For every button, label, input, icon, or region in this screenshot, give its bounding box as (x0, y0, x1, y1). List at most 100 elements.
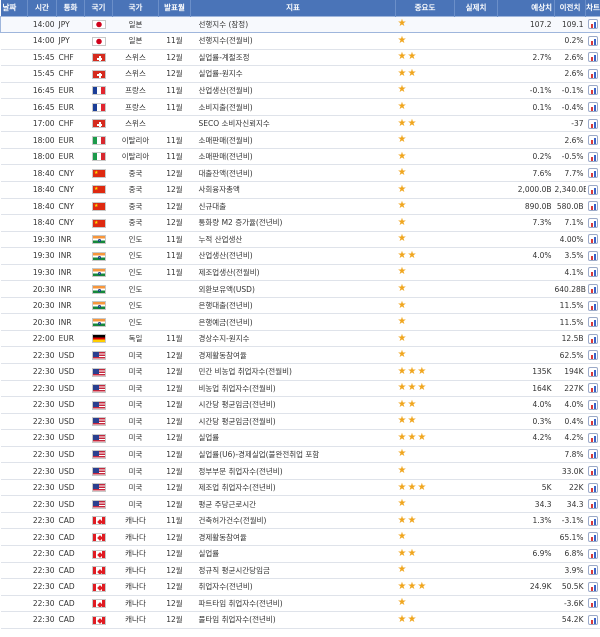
chart-cell[interactable] (585, 313, 600, 331)
chart-icon[interactable] (588, 482, 598, 493)
chart-icon[interactable] (588, 234, 598, 245)
chart-cell[interactable] (585, 611, 600, 629)
table-row[interactable]: 22:00 EUR 독일 11월 경상수지-원지수 ★ 12.5B (0, 330, 600, 348)
table-row[interactable]: 17:00 CHF 스위스 SECO 소비자신뢰지수 ★★ -37 (0, 115, 600, 133)
chart-icon[interactable] (588, 68, 598, 79)
header-actual[interactable]: 실제치 (454, 0, 498, 16)
table-row[interactable]: 22:30 USD 미국 12월 평균 주당근로시간 ★ 34.3 34.3 (0, 495, 600, 513)
table-row[interactable]: 19:30 INR 인도 11월 누적 산업생산 ★ 4.00% (0, 231, 600, 249)
chart-cell[interactable] (585, 247, 600, 265)
chart-cell[interactable] (585, 429, 600, 447)
chart-icon[interactable] (588, 366, 598, 377)
header-period[interactable]: 발표월 (158, 0, 191, 16)
header-time[interactable]: 시간 (27, 0, 57, 16)
chart-icon[interactable] (588, 217, 598, 228)
table-row[interactable]: 18:40 CNY ★ 중국 12월 통화량 M2 증가율(전년비) ★ 7.3% 7.1% (0, 214, 600, 232)
chart-cell[interactable] (585, 280, 600, 298)
table-row[interactable]: 22:30 USD 미국 12월 실업률(U6)-경제실업(불완전취업 포함 ★ 7.8% (0, 446, 600, 464)
chart-cell[interactable] (585, 65, 600, 83)
chart-icon[interactable] (588, 350, 598, 361)
table-row[interactable]: 22:30 CAD 캐나다 12월 풀타임 취업자수(전년비) ★★ 54.2K (0, 611, 600, 629)
chart-icon[interactable] (588, 499, 598, 510)
table-row[interactable]: 19:30 INR 인도 11월 산업생산(전년비) ★★ 4.0% 3.5% (0, 247, 600, 265)
chart-icon[interactable] (588, 416, 598, 427)
chart-icon[interactable] (588, 449, 598, 460)
chart-cell[interactable] (585, 528, 600, 546)
chart-cell[interactable] (585, 98, 600, 116)
chart-icon[interactable] (588, 432, 598, 443)
table-row[interactable]: 18:40 CNY ★ 중국 12월 대출잔액(전년비) ★ 7.6% 7.7% (0, 164, 600, 182)
chart-icon[interactable] (588, 52, 598, 63)
chart-icon[interactable] (588, 35, 598, 46)
chart-cell[interactable] (585, 131, 600, 149)
table-row[interactable]: 14:00 JPY 일본 11월 선행지수(전월비) ★ 0.2% (0, 32, 600, 50)
header-flag[interactable]: 국기 (84, 0, 113, 16)
table-row[interactable]: 22:30 CAD 캐나다 12월 경제활동참여율 ★ 65.1% (0, 528, 600, 546)
table-row[interactable]: 20:30 INR 인도 외환보유액(USD) ★ 640.28B (0, 280, 600, 298)
header-previous[interactable]: 이전치 (554, 0, 586, 16)
chart-icon[interactable] (588, 532, 598, 543)
chart-cell[interactable] (585, 32, 600, 50)
chart-icon[interactable] (588, 317, 598, 328)
chart-icon[interactable] (588, 267, 598, 278)
table-row[interactable]: 22:30 USD 미국 12월 시간당 평균임금(전년비) ★★ 4.0% 4.0% (0, 396, 600, 414)
chart-cell[interactable] (585, 396, 600, 414)
chart-icon[interactable] (588, 515, 598, 526)
chart-icon[interactable] (588, 135, 598, 146)
chart-icon[interactable] (588, 250, 598, 261)
table-row[interactable]: 22:30 USD 미국 12월 민간 비농업 취업자수(전월비) ★★★ 135K 194K (0, 363, 600, 381)
chart-cell[interactable] (585, 413, 600, 431)
chart-cell[interactable] (585, 479, 600, 497)
chart-cell[interactable] (585, 512, 600, 530)
header-forecast[interactable]: 예상치 (497, 0, 555, 16)
table-row[interactable]: 22:30 CAD 캐나다 12월 취업자수(전년비) ★★★ 24.9K 50.5K (0, 578, 600, 596)
chart-icon[interactable] (588, 300, 598, 311)
table-row[interactable]: 20:30 INR 인도 은행대출(전년비) ★ 11.5% (0, 297, 600, 315)
chart-icon[interactable] (588, 333, 598, 344)
chart-cell[interactable] (585, 495, 600, 513)
chart-icon[interactable] (588, 399, 598, 410)
chart-cell[interactable] (585, 330, 600, 348)
table-row[interactable]: 22:30 USD 미국 12월 시간당 평균임금(전월비) ★★ 0.3% 0.4% (0, 413, 600, 431)
chart-cell[interactable] (585, 164, 600, 182)
header-country[interactable]: 국가 (112, 0, 159, 16)
chart-icon[interactable] (588, 102, 598, 112)
table-row[interactable]: 20:30 INR 인도 은행예금(전년비) ★ 11.5% (0, 313, 600, 331)
chart-icon[interactable] (588, 614, 598, 625)
table-row[interactable]: 18:40 CNY ★ 중국 12월 신규대출 ★ 890.0B 580.0B (0, 198, 600, 216)
chart-icon[interactable] (588, 383, 598, 394)
chart-icon[interactable] (588, 581, 598, 592)
table-row[interactable]: 22:30 USD 미국 12월 정부부문 취업자수(전년비) ★ 33.0K (0, 462, 600, 480)
chart-cell[interactable] (585, 181, 600, 199)
chart-icon[interactable] (588, 85, 598, 96)
chart-icon[interactable] (588, 184, 598, 195)
header-day[interactable]: 날짜 (0, 0, 28, 16)
header-chart[interactable]: 차트 (585, 0, 600, 16)
table-row[interactable]: 14:00 JPY 일본 선행지수 (잠정) ★ 107.2 109.1 (0, 15, 600, 34)
table-row[interactable]: 18:40 CNY ★ 중국 12월 사회융자총액 ★ 2,000.0B 2,340.0B (0, 181, 600, 199)
chart-cell[interactable] (585, 578, 600, 596)
chart-cell[interactable] (585, 49, 600, 67)
chart-cell[interactable] (585, 595, 600, 613)
chart-icon[interactable] (588, 118, 598, 129)
table-row[interactable]: 18:00 EUR 이탈리아 11월 소매판매(전년비) ★ 0.2% -0.5% (0, 148, 600, 166)
chart-cell[interactable] (585, 115, 600, 133)
table-row[interactable]: 18:00 EUR 이탈리아 11월 소매판매(전월비) ★ 2.6% (0, 131, 600, 149)
chart-icon[interactable] (588, 466, 598, 477)
chart-icon[interactable] (588, 151, 598, 162)
table-row[interactable]: 16:45 EUR 프랑스 11월 소비지출(전월비) ★ 0.1% -0.4% (0, 98, 600, 116)
chart-cell[interactable] (585, 545, 600, 563)
chart-cell[interactable] (585, 363, 600, 381)
chart-icon[interactable] (588, 565, 598, 576)
table-row[interactable]: 22:30 USD 미국 12월 비농업 취업자수(전월비) ★★★ 164K 227K (0, 380, 600, 398)
chart-cell[interactable] (585, 82, 600, 100)
chart-icon[interactable] (588, 598, 598, 609)
chart-cell[interactable] (585, 198, 600, 216)
chart-cell[interactable] (585, 380, 600, 398)
chart-cell[interactable] (585, 346, 600, 364)
table-row[interactable]: 16:45 EUR 프랑스 11월 산업생산(전월비) ★ -0.1% -0.1% (0, 82, 600, 100)
table-row[interactable]: 22:30 CAD 캐나다 12월 정규직 평균시간당임금 ★ 3.9% (0, 562, 600, 580)
table-row[interactable]: 22:30 USD 미국 12월 제조업 취업자수(전년비) ★★★ 5K 22K (0, 479, 600, 497)
table-row[interactable]: 22:30 CAD 캐나다 11월 건축허가건수(전월비) ★★ 1.3% -3.1% (0, 512, 600, 530)
chart-cell[interactable] (585, 446, 600, 464)
